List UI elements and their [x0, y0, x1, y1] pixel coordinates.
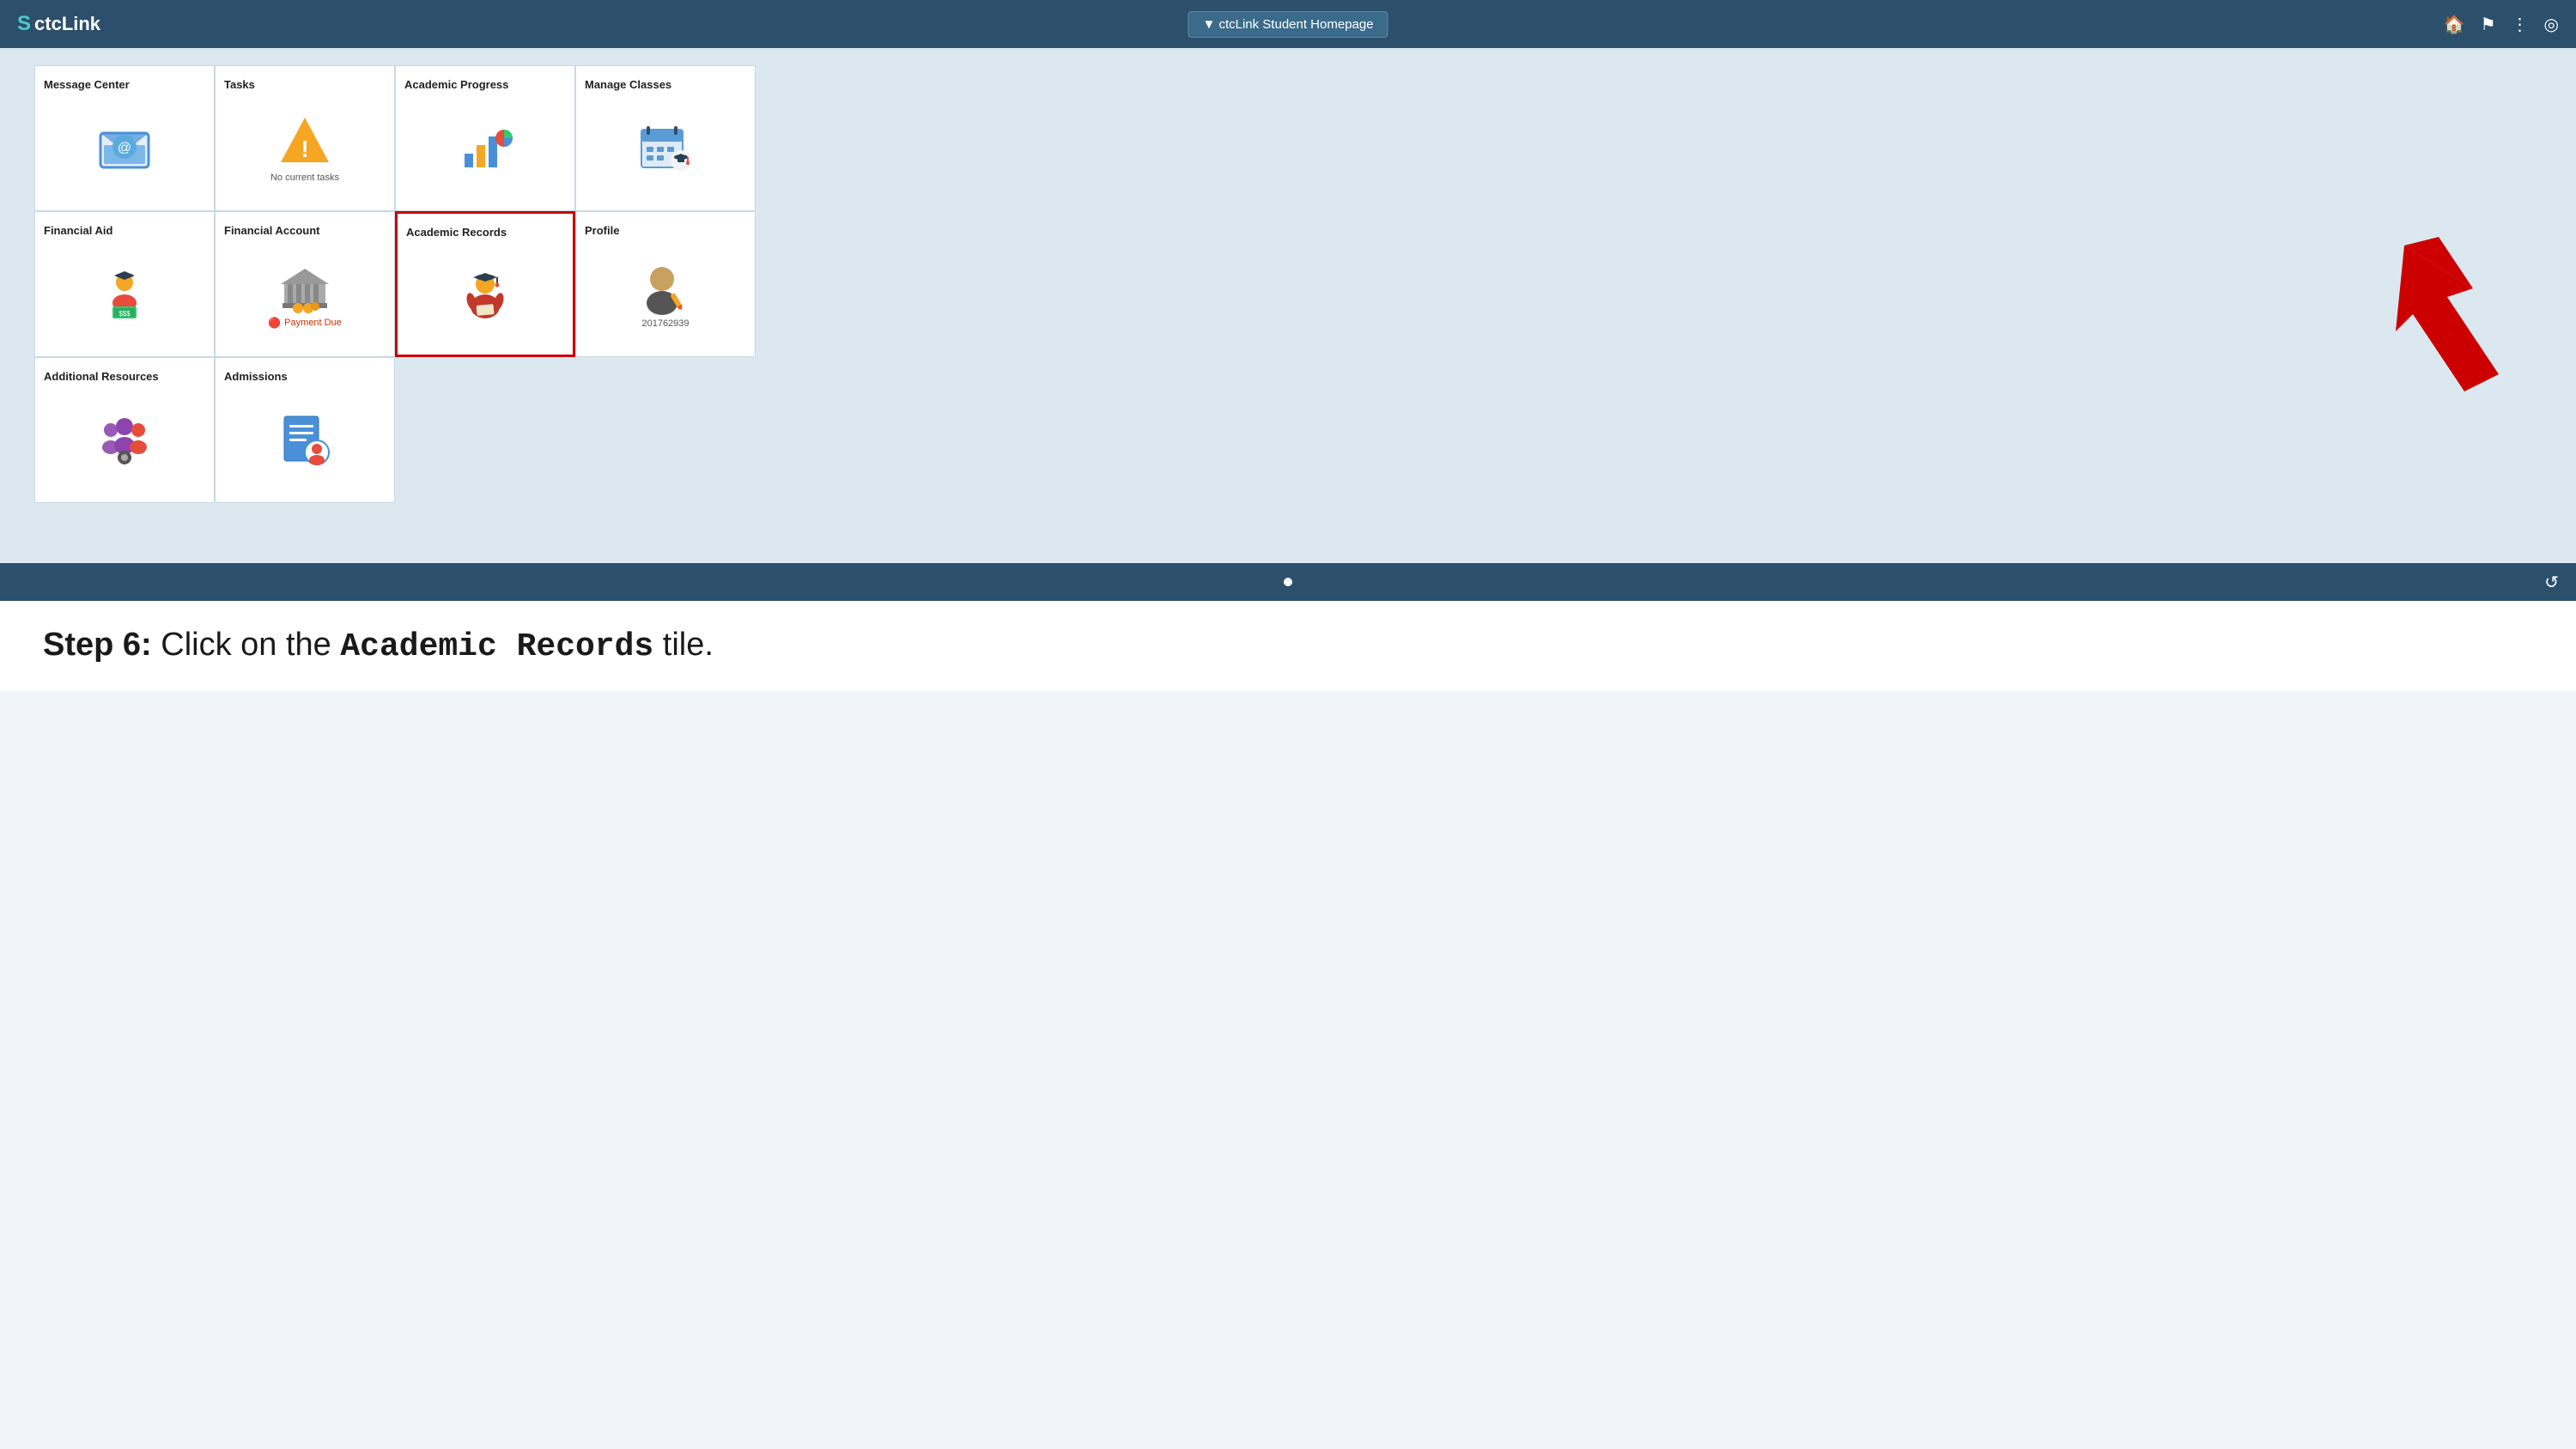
tile-financial-account[interactable]: Financial Account 🔴: [215, 211, 395, 357]
tile-manage-classes-title: Manage Classes: [585, 78, 671, 91]
tile-financial-aid-icon-area: $$$: [97, 240, 152, 348]
step-text: Click on the: [152, 627, 341, 663]
bottom-bar: ↺: [0, 563, 2576, 601]
tile-tasks-icon-area: ! No current tasks: [270, 94, 339, 202]
tile-academic-progress[interactable]: Academic Progress: [395, 65, 575, 211]
top-nav: S ctcLink ▼ ctcLink Student Homepage 🏠 ⚑…: [0, 0, 2576, 48]
tile-tasks[interactable]: Tasks ! No current tasks: [215, 65, 395, 211]
refresh-icon[interactable]: ↺: [2544, 572, 2559, 593]
tile-financial-account-title: Financial Account: [224, 224, 319, 237]
academic-records-icon: [458, 267, 513, 322]
logo-icon: S: [17, 12, 31, 36]
tasks-icon: !: [277, 114, 332, 169]
tile-admissions-icon-area: [277, 386, 332, 494]
tile-financial-account-badge: 🔴 Payment Due: [268, 317, 342, 329]
tile-additional-resources-icon-area: [97, 386, 152, 494]
nav-icons: 🏠 ⚑ ⋮ ◎: [2444, 14, 2559, 35]
tile-message-center-icon-area: @: [97, 94, 152, 202]
tile-message-center[interactable]: Message Center @: [34, 65, 215, 211]
tile-profile-icon-area: 201762939: [638, 240, 693, 348]
instruction-area: Step 6: Click on the Academic Records ti…: [0, 601, 2576, 691]
tile-manage-classes-icon-area: [638, 94, 693, 202]
tile-academic-progress-icon-area: [458, 94, 513, 202]
tile-financial-aid-title: Financial Aid: [44, 224, 112, 237]
tile-academic-records-title: Academic Records: [406, 226, 507, 239]
tile-financial-aid[interactable]: Financial Aid $$$: [34, 211, 215, 357]
tile-tasks-title: Tasks: [224, 78, 255, 91]
payment-due-icon: 🔴: [268, 317, 281, 329]
manage-classes-icon: [638, 121, 693, 176]
message-icon: @: [97, 121, 152, 176]
compass-icon[interactable]: ◎: [2544, 14, 2559, 35]
tile-profile-id: 201762939: [641, 318, 689, 329]
tiles-row-1: Message Center @ Tasks ! No: [34, 65, 2542, 211]
svg-text:!: !: [301, 136, 308, 162]
tiles-row-2: Financial Aid $$$ Financial Account: [34, 211, 2542, 357]
tile-message-center-title: Message Center: [44, 78, 130, 91]
payment-due-text: Payment Due: [284, 318, 342, 328]
tile-manage-classes[interactable]: Manage Classes: [575, 65, 756, 211]
instruction-text: Step 6: Click on the Academic Records ti…: [43, 627, 2533, 665]
flag-icon[interactable]: ⚑: [2481, 14, 2496, 35]
tile-profile-title: Profile: [585, 224, 619, 237]
main-area: Message Center @ Tasks ! No: [0, 48, 2576, 563]
tile-academic-records-icon-area: [458, 242, 513, 346]
tile-additional-resources[interactable]: Additional Resources: [34, 357, 215, 503]
logo-text: ctcLink: [34, 13, 100, 35]
profile-icon: [638, 260, 693, 315]
academic-records-keyword: Academic Records: [340, 628, 653, 665]
tile-tasks-subtitle: No current tasks: [270, 173, 339, 183]
admissions-icon: [277, 413, 332, 468]
step-end: tile.: [653, 627, 714, 663]
tiles-row-3: Additional Resources: [34, 357, 2542, 503]
tile-academic-progress-title: Academic Progress: [404, 78, 508, 91]
academic-progress-icon: [458, 121, 513, 176]
tile-additional-resources-title: Additional Resources: [44, 370, 159, 383]
financial-account-icon: [277, 260, 332, 315]
step-label: Step 6:: [43, 627, 152, 663]
logo: S ctcLink: [17, 12, 100, 36]
more-icon[interactable]: ⋮: [2512, 14, 2529, 35]
svg-text:@: @: [118, 141, 131, 155]
pagination-dot[interactable]: [1284, 578, 1292, 586]
home-icon[interactable]: 🏠: [2444, 14, 2465, 35]
tile-profile[interactable]: Profile 201762939: [575, 211, 756, 357]
tile-academic-records[interactable]: Academic Records: [395, 211, 575, 357]
tile-financial-account-icon-area: 🔴 Payment Due: [268, 240, 342, 348]
tile-admissions-title: Admissions: [224, 370, 288, 383]
svg-text:$$$: $$$: [118, 310, 131, 318]
additional-resources-icon: [97, 413, 152, 468]
financial-aid-icon: $$$: [97, 267, 152, 322]
nav-center: ▼ ctcLink Student Homepage: [1188, 11, 1388, 38]
tile-admissions[interactable]: Admissions: [215, 357, 395, 503]
homepage-dropdown[interactable]: ▼ ctcLink Student Homepage: [1188, 11, 1388, 38]
